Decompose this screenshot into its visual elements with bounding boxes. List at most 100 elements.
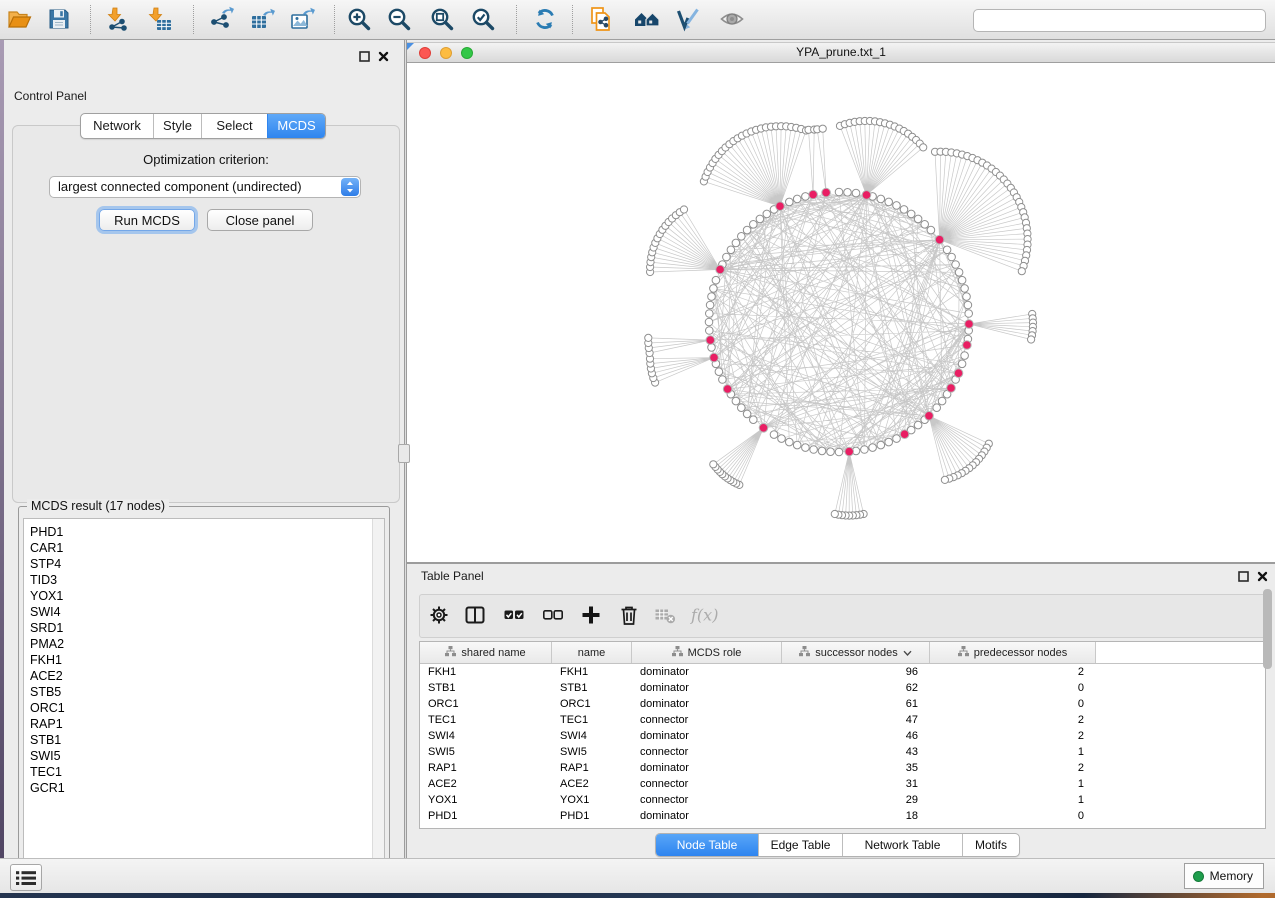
tab-network[interactable]: Network xyxy=(81,114,153,138)
table-row[interactable]: STB1STB1dominator620 xyxy=(420,680,1265,696)
table-row[interactable]: YOX1YOX1connector291 xyxy=(420,792,1265,808)
ring-node[interactable] xyxy=(844,189,852,197)
mcds-hub-node[interactable] xyxy=(776,202,785,211)
tab-motifs[interactable]: Motifs xyxy=(962,834,1019,856)
ring-node[interactable] xyxy=(706,327,714,335)
leaf-node[interactable] xyxy=(1028,336,1035,343)
zoom-window-button[interactable] xyxy=(461,47,473,59)
mcds-hub-node[interactable] xyxy=(935,235,944,244)
gear-icon[interactable] xyxy=(428,604,454,630)
ring-node[interactable] xyxy=(708,293,716,301)
tab-mcds[interactable]: MCDS xyxy=(267,114,325,138)
ring-node[interactable] xyxy=(786,198,794,206)
column-header-name[interactable]: name xyxy=(552,642,632,663)
ring-node[interactable] xyxy=(778,435,786,443)
run-mcds-button[interactable]: Run MCDS xyxy=(99,209,195,231)
scrollbar-thumb[interactable] xyxy=(1263,589,1272,669)
ring-node[interactable] xyxy=(793,195,801,203)
mcds-hub-node[interactable] xyxy=(947,384,956,393)
ring-node[interactable] xyxy=(893,435,901,443)
ring-node[interactable] xyxy=(810,446,818,454)
ring-node[interactable] xyxy=(963,293,971,301)
mcds-hub-node[interactable] xyxy=(822,188,831,197)
ring-node[interactable] xyxy=(835,188,843,196)
ring-node[interactable] xyxy=(793,441,801,449)
splitter-handle[interactable] xyxy=(398,444,410,463)
ring-node[interactable] xyxy=(750,221,758,229)
ring-node[interactable] xyxy=(955,269,963,277)
close-window-button[interactable] xyxy=(419,47,431,59)
float-panel-icon[interactable] xyxy=(358,50,371,63)
ring-node[interactable] xyxy=(719,376,727,384)
column-header-shared-name[interactable]: shared name xyxy=(420,642,552,663)
memory-button[interactable]: Memory xyxy=(1184,863,1264,889)
table-row[interactable]: RAP1RAP1dominator352 xyxy=(420,760,1265,776)
leaf-node[interactable] xyxy=(941,476,948,483)
minimize-window-button[interactable] xyxy=(440,47,452,59)
ring-node[interactable] xyxy=(914,215,922,223)
trash-icon[interactable] xyxy=(618,604,644,630)
tab-network-table[interactable]: Network Table xyxy=(842,834,962,856)
ring-node[interactable] xyxy=(743,226,751,234)
table-row[interactable]: FKH1FKH1dominator962 xyxy=(420,664,1265,680)
ring-node[interactable] xyxy=(715,368,723,376)
tab-style[interactable]: Style xyxy=(153,114,201,138)
ring-node[interactable] xyxy=(933,404,941,412)
tab-select[interactable]: Select xyxy=(201,114,267,138)
import-network-icon[interactable] xyxy=(104,6,134,34)
ring-node[interactable] xyxy=(877,195,885,203)
column-header-successor-nodes[interactable]: successor nodes xyxy=(782,642,930,663)
table-row[interactable]: PHD1PHD1dominator180 xyxy=(420,808,1265,824)
v-pen-icon[interactable] xyxy=(675,6,705,34)
leaf-node[interactable] xyxy=(710,461,717,468)
ring-node[interactable] xyxy=(964,301,972,309)
ring-node[interactable] xyxy=(770,431,778,439)
close-panel-icon[interactable] xyxy=(377,50,390,63)
column-header-predecessor-nodes[interactable]: predecessor nodes xyxy=(930,642,1096,663)
leaf-node[interactable] xyxy=(920,144,927,151)
ring-node[interactable] xyxy=(756,215,764,223)
task-history-button[interactable] xyxy=(10,864,42,891)
ring-node[interactable] xyxy=(727,246,735,254)
leaf-node[interactable] xyxy=(680,206,687,213)
export-network-icon[interactable] xyxy=(208,6,238,34)
ring-node[interactable] xyxy=(763,210,771,218)
ring-node[interactable] xyxy=(952,261,960,269)
share-document-icon[interactable] xyxy=(588,6,618,34)
search-input[interactable] xyxy=(973,9,1266,32)
ring-node[interactable] xyxy=(943,246,951,254)
ring-node[interactable] xyxy=(802,193,810,201)
mcds-hub-node[interactable] xyxy=(900,430,909,439)
plus-icon[interactable] xyxy=(580,604,606,630)
column-header-mcds-role[interactable]: MCDS role xyxy=(632,642,782,663)
ring-node[interactable] xyxy=(948,253,956,261)
mcds-hub-node[interactable] xyxy=(716,265,725,274)
ring-node[interactable] xyxy=(885,198,893,206)
ring-node[interactable] xyxy=(869,444,877,452)
ring-node[interactable] xyxy=(907,210,915,218)
ring-node[interactable] xyxy=(961,352,969,360)
ring-node[interactable] xyxy=(786,438,794,446)
mcds-hub-node[interactable] xyxy=(963,341,972,350)
table-row[interactable]: SWI4SWI4dominator462 xyxy=(420,728,1265,744)
ring-node[interactable] xyxy=(750,416,758,424)
mcds-hub-node[interactable] xyxy=(954,369,963,378)
ring-node[interactable] xyxy=(723,253,731,261)
optimization-criterion-select[interactable]: largest connected component (undirected) xyxy=(49,176,361,198)
export-table-icon[interactable] xyxy=(250,6,280,34)
save-icon[interactable] xyxy=(46,6,76,34)
mcds-hub-node[interactable] xyxy=(723,385,732,394)
leaf-node[interactable] xyxy=(831,510,838,517)
network-view[interactable] xyxy=(407,63,1275,562)
ring-node[interactable] xyxy=(958,360,966,368)
import-table-icon[interactable] xyxy=(147,6,177,34)
ring-node[interactable] xyxy=(710,285,718,293)
ring-node[interactable] xyxy=(818,447,826,455)
table-row[interactable]: SWI5SWI5connector431 xyxy=(420,744,1265,760)
float-panel-icon[interactable] xyxy=(1237,570,1250,583)
ring-node[interactable] xyxy=(877,441,885,449)
ring-node[interactable] xyxy=(827,448,835,456)
mcds-hub-node[interactable] xyxy=(925,412,934,421)
checked-boxes-icon[interactable] xyxy=(503,604,529,630)
ring-node[interactable] xyxy=(961,285,969,293)
